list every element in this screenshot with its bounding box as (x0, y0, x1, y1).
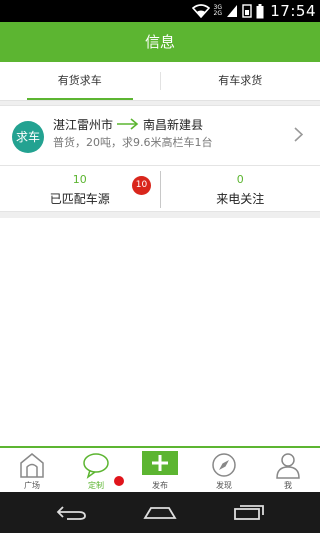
route: 湛江雷州市 南昌新建县 (53, 114, 203, 134)
nav-plaza[interactable]: 广场 (0, 448, 64, 492)
listing-stats: 10 已匹配车源 10 0 来电关注 (0, 167, 320, 212)
origin-city: 湛江雷州市 (53, 117, 114, 132)
tab-label: 有货求车 (57, 74, 102, 87)
content-area (0, 218, 320, 446)
nav-discover[interactable]: 发现 (192, 448, 256, 492)
wifi-icon (191, 4, 210, 18)
system-nav-bar (0, 492, 320, 533)
listing-summary[interactable]: 求车 湛江雷州市 南昌新建县 普货，20吨，求9.6米高栏车1台 (0, 106, 320, 166)
home-icon[interactable] (143, 504, 177, 520)
notification-dot (114, 476, 124, 486)
person-icon (276, 453, 300, 479)
chat-bubble-icon (83, 453, 109, 479)
signal-icon (227, 5, 237, 17)
request-type-badge: 求车 (12, 121, 44, 153)
nav-label: 我 (284, 481, 292, 490)
nav-label: 发布 (152, 481, 168, 490)
bottom-nav: 广场 定制 发布 发现 我 (0, 446, 320, 492)
arrow-right-icon (117, 118, 139, 130)
title-bar: 信息 (0, 22, 320, 62)
nav-label: 广场 (24, 481, 40, 490)
plus-icon (142, 451, 178, 475)
matched-notification-badge: 10 (132, 176, 151, 195)
nav-publish[interactable]: 发布 (128, 448, 192, 492)
tab-cargo-seeking-truck[interactable]: 有货求车 (0, 62, 160, 100)
call-followers-stat[interactable]: 0 来电关注 (161, 167, 320, 212)
battery-icon (256, 3, 264, 18)
page-title: 信息 (144, 33, 175, 51)
destination-city: 南昌新建县 (143, 117, 204, 132)
chevron-right-icon (294, 127, 303, 142)
tab-bar: 有货求车 有车求货 (0, 62, 320, 101)
back-icon[interactable] (55, 504, 87, 520)
plaza-icon (20, 453, 44, 478)
status-bar: 3G 2G 17:54 (0, 0, 320, 22)
listing-card: 求车 湛江雷州市 南昌新建县 普货，20吨，求9.6米高栏车1台 10 已匹配车… (0, 105, 320, 212)
matched-trucks-stat[interactable]: 10 已匹配车源 10 (0, 167, 160, 212)
calls-count: 0 (236, 173, 244, 186)
tab-label: 有车求货 (218, 74, 263, 87)
recent-apps-icon[interactable] (233, 504, 265, 520)
compass-icon (212, 453, 236, 477)
clock: 17:54 (270, 2, 316, 20)
nav-label: 发现 (216, 481, 232, 490)
cargo-description: 普货，20吨，求9.6米高栏车1台 (53, 136, 213, 149)
nav-me[interactable]: 我 (256, 448, 320, 492)
status-icons: 3G 2G (191, 3, 264, 19)
network-type-label: 3G 2G (213, 4, 222, 17)
calls-label: 来电关注 (216, 192, 265, 206)
sim-icon (242, 4, 252, 18)
tab-truck-seeking-cargo[interactable]: 有车求货 (161, 62, 320, 100)
